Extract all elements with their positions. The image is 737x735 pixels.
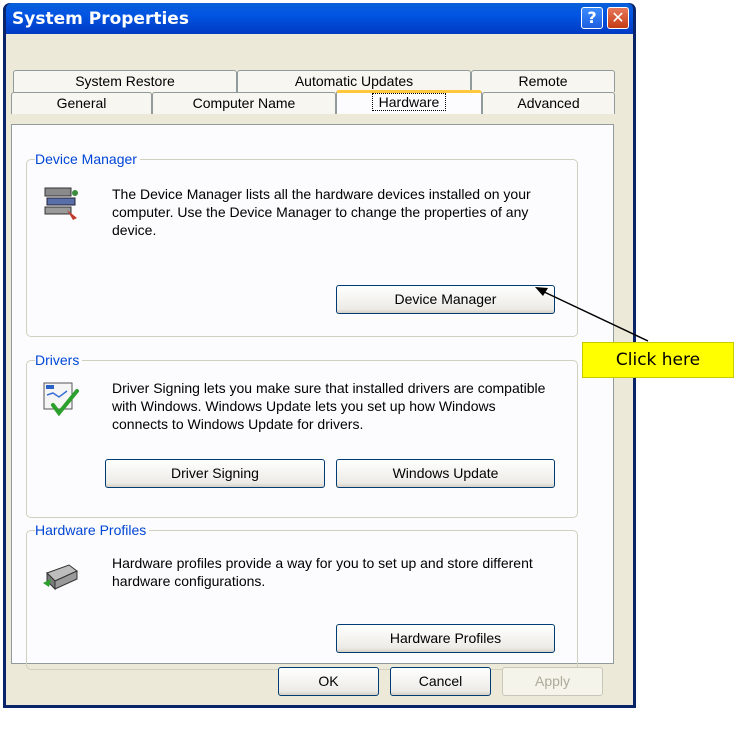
annotation-arrow (535, 287, 649, 342)
